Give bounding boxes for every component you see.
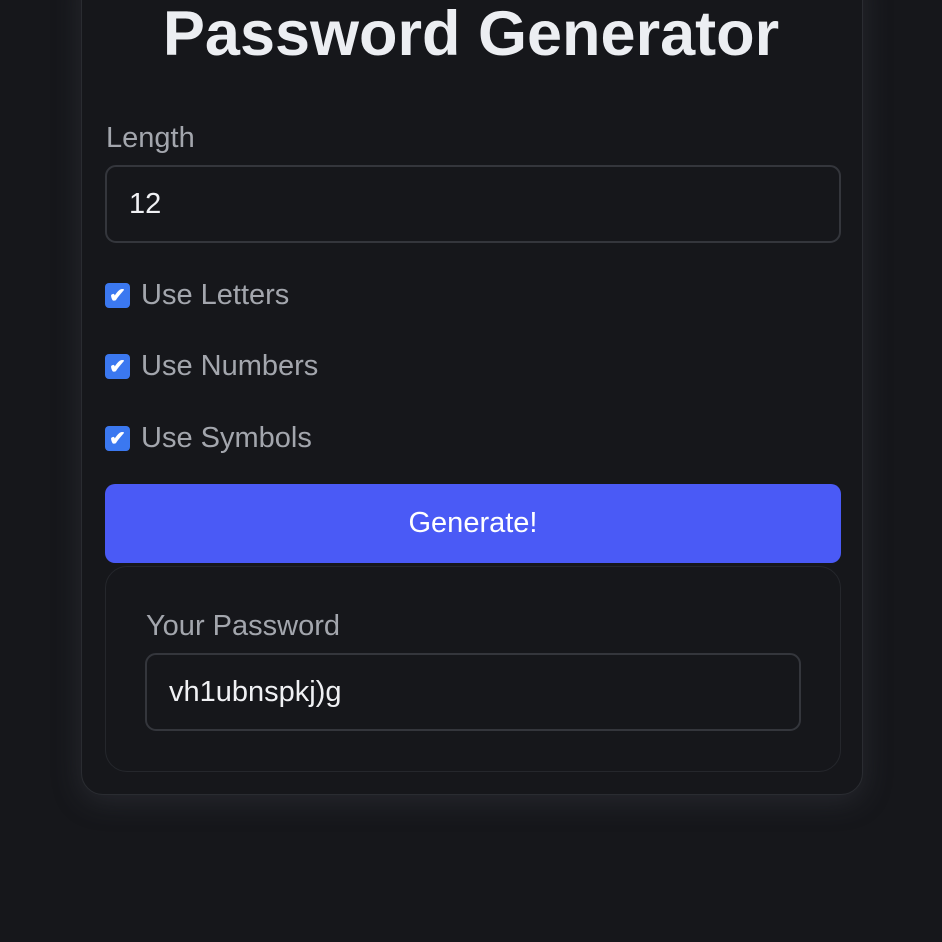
- checkbox-checked-icon[interactable]: ✔: [105, 426, 130, 451]
- page-title: Password Generator: [162, 0, 780, 69]
- use-letters-label: Use Letters: [141, 279, 290, 311]
- checkbox-checked-icon[interactable]: ✔: [105, 354, 130, 379]
- use-symbols-checkbox[interactable]: ✔ Use Symbols: [105, 422, 312, 455]
- use-letters-checkbox[interactable]: ✔ Use Letters: [105, 279, 289, 312]
- password-output[interactable]: [145, 653, 801, 731]
- length-label: Length: [106, 122, 195, 154]
- use-numbers-label: Use Numbers: [141, 350, 319, 382]
- use-numbers-checkbox[interactable]: ✔ Use Numbers: [105, 350, 318, 383]
- password-label: Your Password: [146, 610, 340, 642]
- generate-button[interactable]: Generate!: [105, 484, 841, 563]
- length-input[interactable]: [105, 165, 841, 243]
- use-symbols-label: Use Symbols: [141, 422, 312, 454]
- checkbox-checked-icon[interactable]: ✔: [105, 283, 130, 308]
